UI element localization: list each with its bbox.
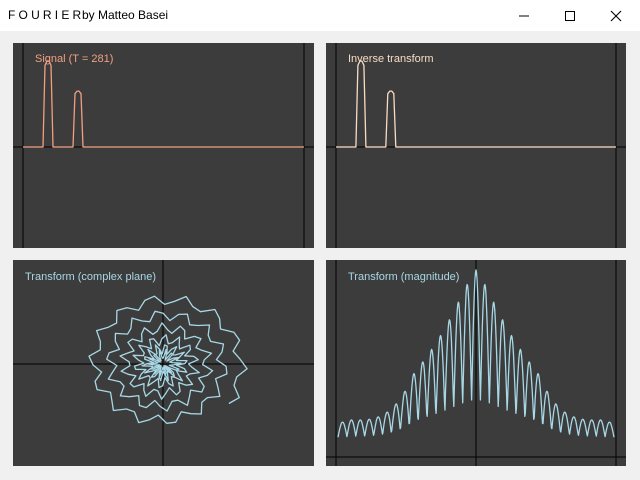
complex-label: Transform (complex plane) [25, 271, 157, 283]
inverse-panel: Inverse transform [326, 43, 626, 248]
app-author: by Matteo Basei [82, 8, 169, 22]
maximize-icon [565, 11, 575, 21]
signal-label: Signal (T = 281) [35, 53, 114, 65]
title-bar: FOURIER by Matteo Basei [0, 0, 640, 31]
inverse-line [336, 60, 616, 148]
close-button[interactable] [593, 0, 639, 31]
magnitude-panel: Transform (magnitude) [326, 260, 626, 466]
complex-panel: Transform (complex plane) [13, 260, 314, 466]
complex-spiral [88, 295, 248, 424]
signal-line [23, 60, 304, 148]
signal-plot [13, 43, 314, 248]
close-icon [610, 10, 622, 22]
complex-plot [13, 260, 314, 466]
magnitude-plot [326, 260, 626, 466]
signal-panel: Signal (T = 281) [13, 43, 314, 248]
magnitude-label: Transform (magnitude) [348, 271, 460, 283]
minimize-button[interactable] [501, 0, 547, 31]
app-title: FOURIER [8, 8, 85, 22]
minimize-icon [519, 15, 529, 17]
maximize-button[interactable] [547, 0, 593, 31]
inverse-label: Inverse transform [348, 53, 434, 65]
inverse-plot [326, 43, 626, 248]
